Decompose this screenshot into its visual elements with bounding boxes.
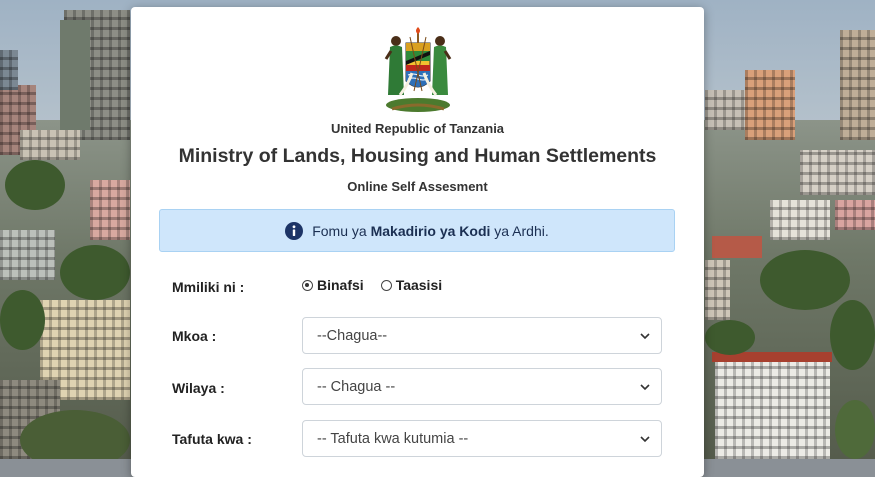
country-title: United Republic of Tanzania <box>330 121 505 136</box>
region-label: Mkoa : <box>172 328 217 344</box>
owner-label: Mmiliki ni : <box>172 279 245 295</box>
alert-text-prefix: Fomu ya <box>312 222 367 239</box>
ministry-title: Ministry of Lands, Housing and Human Set… <box>178 145 657 167</box>
chevron-down-icon <box>640 333 650 340</box>
radio-label-taasisi: Taasisi <box>395 277 443 293</box>
search-by-select-value: -- Tafuta kwa kutumia -- <box>317 430 469 447</box>
radio-selected-icon[interactable] <box>302 279 313 291</box>
chevron-down-icon <box>640 384 650 391</box>
owner-radio-group: Binafsi Taasisi <box>302 277 459 293</box>
alert-text-suffix: ya Ardhi. <box>494 222 549 239</box>
owner-radio-taasisi[interactable]: Taasisi <box>380 277 443 293</box>
chevron-down-icon <box>640 436 650 443</box>
page-subtitle: Online Self Assesment <box>347 179 488 194</box>
radio-label-binafsi: Binafsi <box>317 277 364 293</box>
district-label: Wilaya : <box>172 380 225 396</box>
alert-text: Fomu ya Makadirio ya Kodi ya Ardhi. <box>312 223 549 239</box>
district-select[interactable]: -- Chagua -- <box>302 368 662 405</box>
region-select[interactable]: --Chagua-- <box>302 317 662 354</box>
info-circle-icon <box>285 221 304 240</box>
owner-radio-binafsi[interactable]: Binafsi <box>302 277 364 293</box>
alert-text-bold: Makadirio ya Kodi <box>370 222 491 239</box>
radio-unselected-icon[interactable] <box>380 279 392 291</box>
assessment-card: United Republic of Tanzania Ministry of … <box>131 7 704 477</box>
tanzania-coat-of-arms-emblem <box>384 27 452 112</box>
district-select-value: -- Chagua -- <box>317 378 396 395</box>
info-alert: Fomu ya Makadirio ya Kodi ya Ardhi. <box>159 209 675 252</box>
search-by-label: Tafuta kwa : <box>172 431 252 447</box>
search-by-select[interactable]: -- Tafuta kwa kutumia -- <box>302 420 662 457</box>
region-select-value: --Chagua-- <box>317 327 388 344</box>
